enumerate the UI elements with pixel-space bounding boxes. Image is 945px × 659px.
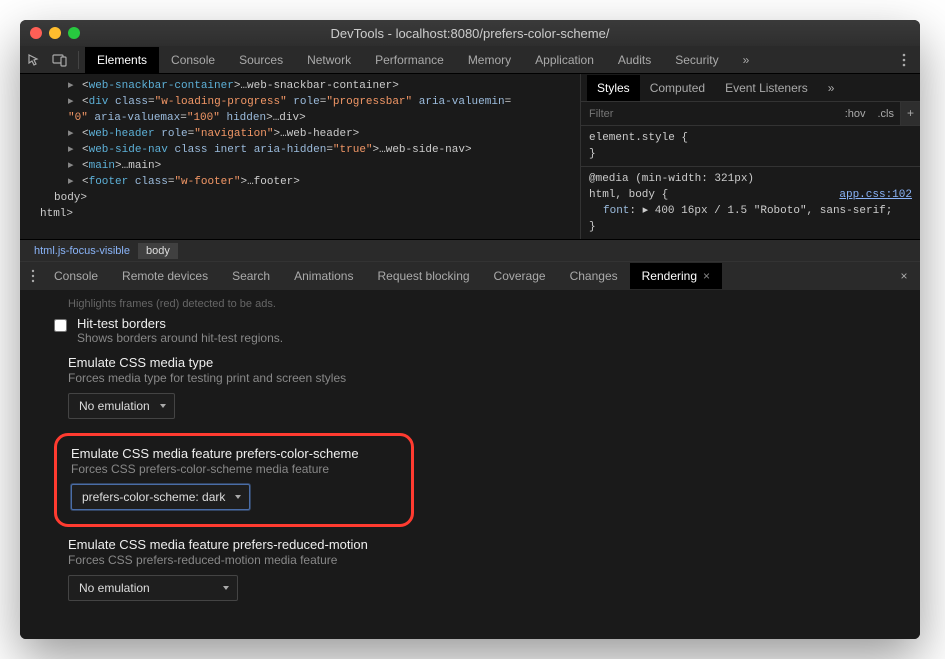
rendering-panel: Highlights frames (red) detected to be a… (20, 290, 920, 639)
window-title: DevTools - localhost:8080/prefers-color-… (20, 26, 920, 41)
drawer-tab-changes[interactable]: Changes (558, 263, 630, 289)
hit-test-desc: Shows borders around hit-test regions. (77, 331, 283, 345)
tab-sources[interactable]: Sources (227, 47, 295, 73)
prefers-color-scheme-highlight: Emulate CSS media feature prefers-color-… (54, 433, 414, 527)
styles-sidebar: Styles Computed Event Listeners » :hov .… (580, 74, 920, 239)
dom-line[interactable]: <div class="w-loading-progress" role="pr… (40, 94, 576, 110)
brace-close: } (589, 146, 912, 162)
drawer-tab-search[interactable]: Search (220, 263, 282, 289)
drawer-close-icon[interactable]: × (892, 269, 916, 283)
drawer-tab-remote-devices[interactable]: Remote devices (110, 263, 220, 289)
pcs-desc: Forces CSS prefers-color-scheme media fe… (71, 462, 397, 476)
settings-kebab-icon[interactable] (896, 52, 912, 68)
main-panels: <web-snackbar-container>…web-snackbar-co… (20, 74, 920, 239)
more-tabs-icon[interactable]: » (731, 47, 762, 73)
drawer-tab-request-blocking[interactable]: Request blocking (365, 263, 481, 289)
hit-test-title: Hit-test borders (77, 316, 283, 331)
tab-performance[interactable]: Performance (363, 47, 456, 73)
drawer-menu-icon[interactable] (24, 269, 42, 283)
drawer-tabs: Console Remote devices Search Animations… (20, 262, 920, 290)
prm-desc: Forces CSS prefers-reduced-motion media … (68, 553, 904, 567)
tab-styles[interactable]: Styles (587, 75, 640, 101)
tab-application[interactable]: Application (523, 47, 606, 73)
tab-console[interactable]: Console (159, 47, 227, 73)
drawer: Console Remote devices Search Animations… (20, 261, 920, 639)
devtools-window: DevTools - localhost:8080/prefers-color-… (20, 20, 920, 639)
rule-selector: html, body { (589, 189, 668, 201)
titlebar: DevTools - localhost:8080/prefers-color-… (20, 20, 920, 46)
prm-title: Emulate CSS media feature prefers-reduce… (68, 537, 904, 552)
prm-select[interactable]: No emulation (68, 575, 238, 601)
drawer-tab-animations[interactable]: Animations (282, 263, 365, 289)
elements-dom-tree[interactable]: <web-snackbar-container>…web-snackbar-co… (20, 74, 580, 239)
dom-line[interactable]: <web-snackbar-container>…web-snackbar-co… (40, 78, 576, 94)
main-tabs: Elements Console Sources Network Perform… (85, 47, 761, 73)
window-controls (30, 27, 80, 39)
close-tab-icon[interactable]: × (703, 269, 710, 283)
dom-line[interactable]: <main>…main> (40, 158, 576, 174)
drawer-tab-rendering[interactable]: Rendering× (630, 263, 722, 289)
device-toggle-icon[interactable] (52, 52, 68, 68)
media-type-title: Emulate CSS media type (68, 355, 904, 370)
tab-computed[interactable]: Computed (640, 75, 715, 101)
divider (78, 51, 79, 69)
styles-rules[interactable]: element.style { } @media (min-width: 321… (581, 126, 920, 239)
prefers-reduced-motion-section: Emulate CSS media feature prefers-reduce… (36, 537, 904, 601)
element-style-selector: element.style { (589, 130, 912, 146)
styles-tabs: Styles Computed Event Listeners » (581, 74, 920, 102)
crumb-body[interactable]: body (138, 243, 178, 259)
drawer-tab-coverage[interactable]: Coverage (482, 263, 558, 289)
breadcrumb-bar: html.js-focus-visible body (20, 239, 920, 261)
dom-line[interactable]: "0" aria-valuemax="100" hidden>…div> (40, 110, 576, 126)
dom-line[interactable]: <web-side-nav class inert aria-hidden="t… (40, 142, 576, 158)
styles-filter-row: :hov .cls + (581, 102, 920, 126)
crumb-html[interactable]: html.js-focus-visible (26, 243, 138, 259)
close-window-button[interactable] (30, 27, 42, 39)
media-query: @media (min-width: 321px) (589, 171, 912, 187)
emulate-media-type-section: Emulate CSS media type Forces media type… (36, 355, 904, 419)
source-link[interactable]: app.css:102 (839, 187, 912, 203)
main-toolbar: Elements Console Sources Network Perform… (20, 46, 920, 74)
tab-network[interactable]: Network (295, 47, 363, 73)
truncated-desc: Highlights frames (red) detected to be a… (68, 298, 904, 310)
hov-toggle[interactable]: :hov (839, 106, 872, 122)
tab-event-listeners[interactable]: Event Listeners (715, 75, 818, 101)
media-type-desc: Forces media type for testing print and … (68, 371, 904, 385)
tab-memory[interactable]: Memory (456, 47, 523, 73)
tab-audits[interactable]: Audits (606, 47, 663, 73)
tab-elements[interactable]: Elements (85, 47, 159, 73)
new-rule-button[interactable]: + (900, 102, 920, 125)
drawer-tab-console[interactable]: Console (42, 263, 110, 289)
maximize-window-button[interactable] (68, 27, 80, 39)
more-styles-tabs-icon[interactable]: » (818, 75, 845, 101)
styles-filter-input[interactable] (581, 104, 839, 124)
media-type-select[interactable]: No emulation (68, 393, 175, 419)
hit-test-checkbox[interactable] (54, 319, 67, 332)
cls-toggle[interactable]: .cls (872, 106, 901, 122)
tab-security[interactable]: Security (663, 47, 730, 73)
dom-line[interactable]: <footer class="w-footer">…footer> (40, 174, 576, 190)
pcs-title: Emulate CSS media feature prefers-color-… (71, 446, 397, 461)
font-property[interactable]: font: ▸ 400 16px / 1.5 "Roboto", sans-se… (589, 203, 912, 219)
inspect-icon[interactable] (26, 52, 42, 68)
brace-close-2: } (589, 219, 912, 235)
dom-line[interactable]: html> (40, 206, 576, 222)
minimize-window-button[interactable] (49, 27, 61, 39)
dom-line[interactable]: body> (40, 190, 576, 206)
pcs-select[interactable]: prefers-color-scheme: dark (71, 484, 250, 510)
dom-line[interactable]: <web-header role="navigation">…web-heade… (40, 126, 576, 142)
